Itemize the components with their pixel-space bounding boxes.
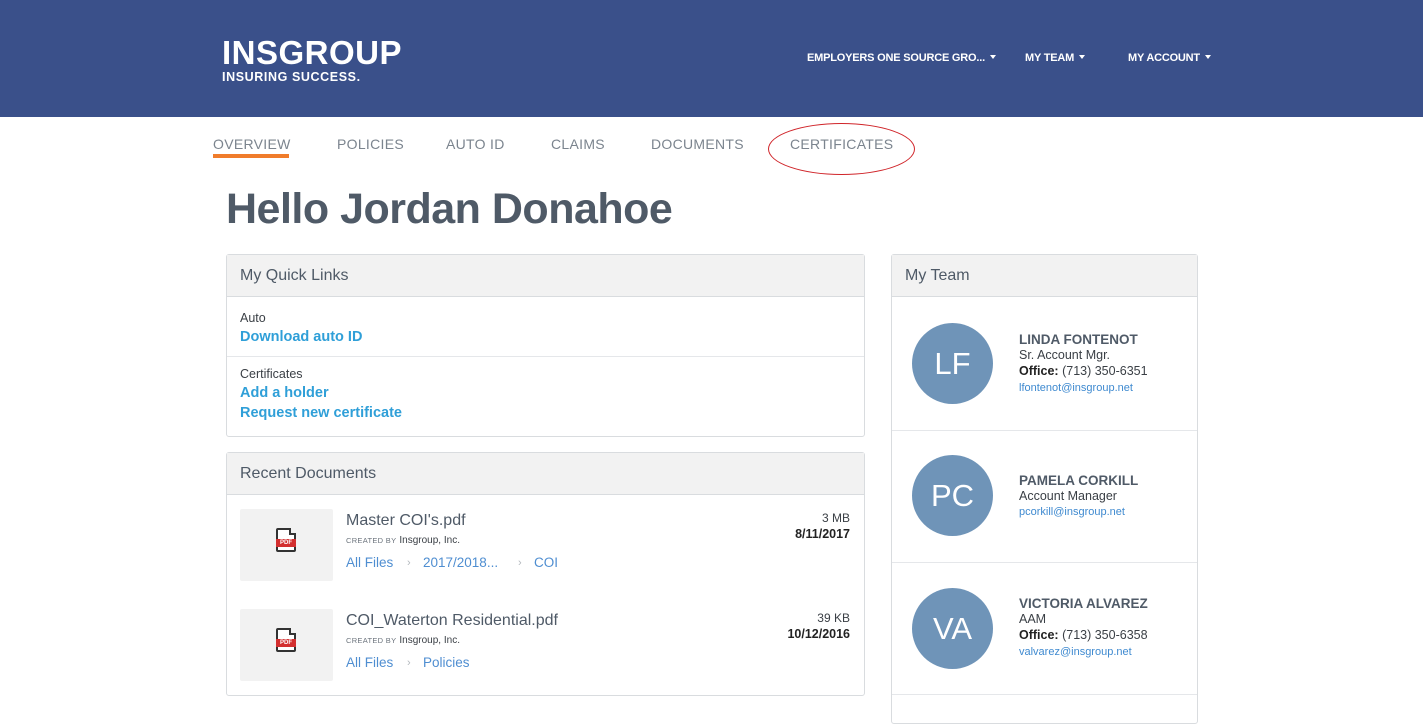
- caret-down-icon: [1204, 55, 1211, 59]
- caret-down-icon: [989, 55, 996, 59]
- my-team-menu[interactable]: MY TEAM: [1025, 52, 1086, 64]
- document-creator: CREATED BY Insgroup, Inc.: [346, 635, 460, 646]
- divider: [227, 356, 864, 357]
- divider: [892, 430, 1197, 431]
- my-team-panel: My Team LF LINDA FONTENOT Sr. Account Mg…: [891, 254, 1198, 724]
- document-size: 3 MB: [821, 511, 850, 525]
- account-group-menu-label: EMPLOYERS ONE SOURCE GRO...: [807, 52, 985, 64]
- tab-documents[interactable]: DOCUMENTS: [651, 136, 744, 152]
- phone-number: (713) 350-6351: [1062, 364, 1148, 378]
- divider: [892, 694, 1197, 695]
- recent-documents-header: Recent Documents: [227, 453, 864, 495]
- quick-links-title: My Quick Links: [240, 267, 349, 284]
- chevron-right-icon: ›: [407, 657, 411, 669]
- my-team-title: My Team: [905, 267, 970, 284]
- team-member-phone: Office: (713) 350-6358: [1019, 628, 1148, 642]
- chevron-right-icon: ›: [407, 557, 411, 569]
- document-thumbnail[interactable]: PDF: [240, 609, 333, 681]
- team-member-role: AAM: [1019, 612, 1047, 626]
- office-label: Office:: [1019, 628, 1059, 642]
- request-new-certificate-link[interactable]: Request new certificate: [240, 405, 402, 421]
- top-header: INSGROUP INSURING SUCCESS. EMPLOYERS ONE…: [0, 0, 1423, 117]
- pdf-icon: PDF: [276, 528, 296, 552]
- team-member-email[interactable]: valvarez@insgroup.net: [1019, 646, 1132, 658]
- divider: [892, 562, 1197, 563]
- team-member-phone: Office: (713) 350-6351: [1019, 364, 1148, 378]
- my-account-menu[interactable]: MY ACCOUNT: [1128, 52, 1211, 64]
- document-name[interactable]: COI_Waterton Residential.pdf: [346, 612, 558, 630]
- account-group-menu[interactable]: EMPLOYERS ONE SOURCE GRO...: [807, 52, 996, 64]
- breadcrumb-coi[interactable]: COI: [534, 555, 558, 570]
- recent-documents-title: Recent Documents: [240, 465, 377, 482]
- document-size: 39 KB: [817, 611, 850, 625]
- add-holder-link[interactable]: Add a holder: [240, 385, 329, 401]
- quick-links-panel: My Quick Links Auto Download auto ID Cer…: [226, 254, 865, 437]
- tab-auto-id[interactable]: AUTO ID: [446, 136, 505, 152]
- logo-wordmark: INSGROUP: [222, 34, 403, 71]
- page-title: Hello Jordan Donahoe: [226, 185, 673, 233]
- annotation-circle: [768, 123, 915, 175]
- document-thumbnail[interactable]: PDF: [240, 509, 333, 581]
- quick-links-group-auto-label: Auto: [240, 311, 266, 325]
- team-member-role: Sr. Account Mgr.: [1019, 348, 1111, 362]
- phone-number: (713) 350-6358: [1062, 628, 1148, 642]
- download-auto-id-link[interactable]: Download auto ID: [240, 329, 362, 345]
- creator-name: Insgroup, Inc.: [399, 635, 460, 646]
- document-name[interactable]: Master COI's.pdf: [346, 512, 466, 530]
- team-member-name: PAMELA CORKILL: [1019, 473, 1139, 488]
- office-label: Office:: [1019, 364, 1059, 378]
- avatar: VA: [912, 588, 993, 669]
- avatar: LF: [912, 323, 993, 404]
- tab-policies[interactable]: POLICIES: [337, 136, 404, 152]
- breadcrumb-all-files[interactable]: All Files: [346, 655, 393, 670]
- created-by-label: CREATED BY: [346, 636, 397, 645]
- document-date: 8/11/2017: [795, 527, 850, 541]
- team-member-email[interactable]: pcorkill@insgroup.net: [1019, 506, 1125, 518]
- breadcrumb-folder[interactable]: 2017/2018...: [423, 555, 498, 570]
- breadcrumb-all-files[interactable]: All Files: [346, 555, 393, 570]
- document-date: 10/12/2016: [787, 627, 850, 641]
- team-member-name: LINDA FONTENOT: [1019, 332, 1138, 347]
- team-member-name: VICTORIA ALVAREZ: [1019, 596, 1148, 611]
- breadcrumb-policies[interactable]: Policies: [423, 655, 470, 670]
- my-team-header: My Team: [892, 255, 1197, 297]
- creator-name: Insgroup, Inc.: [399, 535, 460, 546]
- chevron-right-icon: ›: [518, 557, 522, 569]
- my-team-menu-label: MY TEAM: [1025, 52, 1075, 64]
- logo-tagline: INSURING SUCCESS.: [222, 70, 361, 84]
- tab-claims[interactable]: CLAIMS: [551, 136, 605, 152]
- recent-documents-panel: Recent Documents PDF Master COI's.pdf CR…: [226, 452, 865, 696]
- tab-overview[interactable]: OVERVIEW: [213, 136, 291, 152]
- team-member-email[interactable]: lfontenot@insgroup.net: [1019, 382, 1133, 394]
- my-account-menu-label: MY ACCOUNT: [1128, 52, 1200, 64]
- created-by-label: CREATED BY: [346, 536, 397, 545]
- quick-links-header: My Quick Links: [227, 255, 864, 297]
- active-tab-indicator: [213, 154, 289, 158]
- quick-links-group-certificates-label: Certificates: [240, 367, 303, 381]
- avatar: PC: [912, 455, 993, 536]
- pdf-icon: PDF: [276, 628, 296, 652]
- team-member-role: Account Manager: [1019, 489, 1117, 503]
- insgroup-logo[interactable]: INSGROUP INSURING SUCCESS.: [222, 36, 402, 84]
- document-creator: CREATED BY Insgroup, Inc.: [346, 535, 460, 546]
- caret-down-icon: [1079, 55, 1086, 59]
